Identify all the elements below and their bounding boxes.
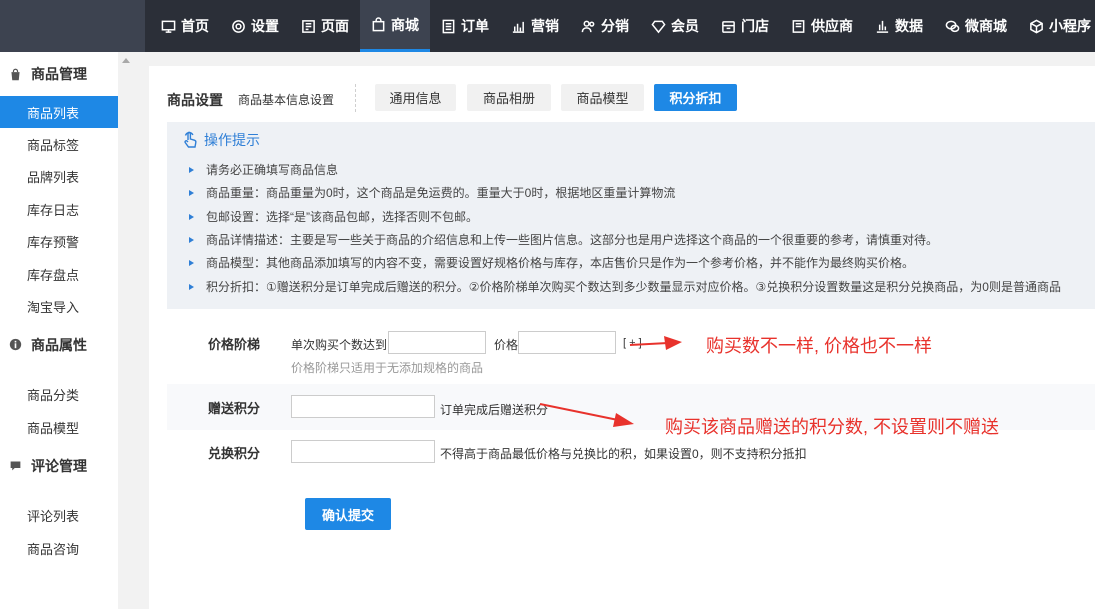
nav-item-members[interactable]: 会员 xyxy=(640,0,710,52)
price-tier-qty-prefix: 单次购买个数达到 xyxy=(291,338,388,352)
tip-item: 商品模型：其他商品添加填写的内容不变，需要设置好规格价格与库存，本店售价只是作为… xyxy=(189,254,914,271)
tip-item: 积分折扣：①赠送积分是订单完成后赠送的积分。②价格阶梯单次购买个数达到多少数量显… xyxy=(189,278,1061,295)
price-tier-hint: 价格阶梯只适用于无添加规格的商品 xyxy=(291,361,484,375)
tips-box: 操作提示 请务必正确填写商品信息 商品重量：商品重量为0时，这个商品是免运费的。… xyxy=(167,122,1095,309)
page-subtitle: 商品基本信息设置 xyxy=(238,93,335,107)
gift-points-suffix: 订单完成后赠送积分 xyxy=(440,403,549,417)
nav-item-miniprogram[interactable]: 小程序 xyxy=(1018,0,1095,52)
sidebar-item-goods-model[interactable]: 商品模型 xyxy=(0,411,118,443)
price-tier-price-input[interactable] xyxy=(518,331,616,354)
gift-points-input[interactable] xyxy=(291,395,435,418)
users-icon xyxy=(581,20,595,32)
nav-item-orders[interactable]: 订单 xyxy=(430,0,500,52)
sidebar-item-taobao-import[interactable]: 淘宝导入 xyxy=(0,290,118,322)
tab-goods-model[interactable]: 商品模型 xyxy=(561,84,644,111)
sidebar-item-brand-list[interactable]: 品牌列表 xyxy=(0,161,118,193)
store-icon xyxy=(722,20,735,33)
price-tier-qty-input[interactable] xyxy=(388,331,486,354)
nav-item-suppliers[interactable]: 供应商 xyxy=(780,0,864,52)
submit-button[interactable]: 确认提交 xyxy=(305,498,391,530)
sidebar-item-stock-log[interactable]: 库存日志 xyxy=(0,193,118,225)
sidebar-group-goods-attributes[interactable]: 商品属性 xyxy=(0,323,118,367)
monitor-icon xyxy=(161,20,176,33)
top-navbar: 首页 设置 页面 商城 订单 营销 分销 会员 门店 供应商 数据 微商城 小程… xyxy=(0,0,1095,52)
bag-icon xyxy=(372,17,385,32)
nav-item-mall[interactable]: 商城 xyxy=(360,0,430,52)
sidebar-item-goods-tags[interactable]: 商品标签 xyxy=(0,128,118,160)
page-title: 商品设置 xyxy=(167,92,223,108)
sidebar-item-comment-list[interactable]: 评论列表 xyxy=(0,500,118,532)
triangle-bullet-icon xyxy=(189,283,194,290)
wechat-icon xyxy=(945,20,960,32)
tab-row: 商品设置 商品基本信息设置 通用信息 商品相册 商品模型 积分折扣 xyxy=(167,84,767,112)
triangle-bullet-icon xyxy=(189,189,194,196)
nav-item-stores[interactable]: 门店 xyxy=(710,0,780,52)
nav-item-marketing[interactable]: 营销 xyxy=(500,0,570,52)
nav-item-pages[interactable]: 页面 xyxy=(290,0,360,52)
truck-icon xyxy=(792,19,805,33)
sidebar-group-goods-management[interactable]: 商品管理 xyxy=(0,52,118,96)
diamond-icon xyxy=(651,20,666,33)
sidebar-item-goods-consult[interactable]: 商品咨询 xyxy=(0,532,118,564)
annotation-price-note: 购买数不一样, 价格也不一样 xyxy=(706,336,933,356)
tip-item: 商品重量：商品重量为0时，这个商品是免运费的。重量大于0时，根据地区重量计算物流 xyxy=(189,184,675,201)
sidebar-item-goods-list[interactable]: 商品列表 xyxy=(0,96,118,129)
sidebar-group-comment-management[interactable]: 评论管理 xyxy=(0,444,118,488)
exchange-points-suffix: 不得高于商品最低价格与兑换比的积，如果设置0，则不支持积分抵扣 xyxy=(440,447,807,461)
nav-item-data[interactable]: 数据 xyxy=(864,0,934,52)
sidebar-item-stock-alert[interactable]: 库存预警 xyxy=(0,226,118,258)
tab-points-discount[interactable]: 积分折扣 xyxy=(654,84,737,111)
exchange-points-input[interactable] xyxy=(291,440,435,463)
bag-icon xyxy=(11,68,20,80)
nav-item-distribution[interactable]: 分销 xyxy=(570,0,640,52)
sidebar-item-goods-category[interactable]: 商品分类 xyxy=(0,379,118,411)
tips-title: 操作提示 xyxy=(182,130,260,150)
sidebar: 商品管理 商品列表 商品标签 品牌列表 库存日志 库存预警 库存盘点 淘宝导入 … xyxy=(0,52,118,609)
triangle-bullet-icon xyxy=(189,259,194,266)
info-icon xyxy=(9,339,22,351)
comment-icon xyxy=(10,461,21,471)
gift-points-label: 赠送积分 xyxy=(208,401,261,416)
top-nav-menu: 首页 设置 页面 商城 订单 营销 分销 会员 门店 供应商 数据 微商城 小程… xyxy=(150,0,1095,52)
cube-icon xyxy=(1030,19,1043,33)
price-tier-price-prefix: 价格 xyxy=(494,338,519,352)
triangle-bullet-icon xyxy=(189,166,194,173)
nav-item-home[interactable]: 首页 xyxy=(150,0,220,52)
tip-item: 请务必正确填写商品信息 xyxy=(189,161,338,178)
list-icon xyxy=(442,19,455,33)
price-tier-label: 价格阶梯 xyxy=(208,337,261,352)
tab-divider xyxy=(355,84,356,112)
pointer-hand-icon xyxy=(184,131,197,148)
logo-area xyxy=(0,0,145,52)
tip-item: 包邮设置：选择“是”该商品包邮，选择否则不包邮。 xyxy=(189,208,478,225)
chart-icon xyxy=(512,21,525,33)
tab-goods-album[interactable]: 商品相册 xyxy=(467,84,551,111)
price-tier-add-button[interactable]: [ + ] xyxy=(623,337,642,349)
nav-item-settings[interactable]: 设置 xyxy=(220,0,290,52)
triangle-bullet-icon xyxy=(189,213,194,220)
sidebar-scrollbar[interactable] xyxy=(118,52,138,609)
page-icon xyxy=(302,19,315,33)
annotation-points-note: 购买该商品赠送的积分数, 不设置则不赠送 xyxy=(665,417,1000,437)
sidebar-item-stock-check[interactable]: 库存盘点 xyxy=(0,258,118,290)
exchange-points-label: 兑换积分 xyxy=(208,446,261,461)
tip-item: 商品详情描述：主要是写一些关于商品的介绍信息和上传一些图片信息。这部分也是用户选… xyxy=(189,231,938,248)
nav-item-wechat-mall[interactable]: 微商城 xyxy=(934,0,1018,52)
gear-icon xyxy=(232,19,245,33)
scroll-up-arrow-icon[interactable] xyxy=(122,58,130,63)
tab-general-info[interactable]: 通用信息 xyxy=(375,84,456,111)
bar-icon xyxy=(876,20,889,33)
triangle-bullet-icon xyxy=(189,236,194,243)
